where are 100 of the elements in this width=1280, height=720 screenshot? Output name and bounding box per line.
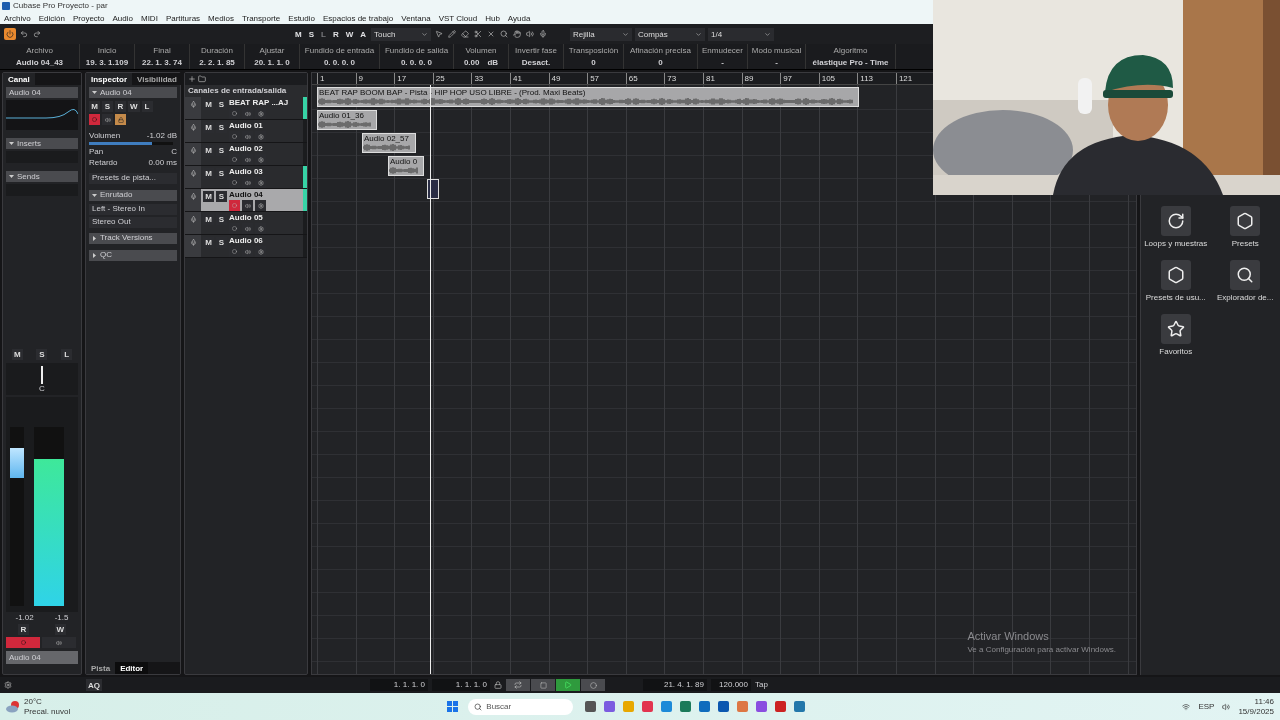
status-button[interactable]: AQ bbox=[86, 679, 102, 691]
info-value[interactable]: élastique Pro - Time bbox=[812, 57, 889, 67]
info-value[interactable]: 2. 2. 1. 85 bbox=[199, 57, 235, 67]
tool-button[interactable] bbox=[538, 30, 549, 38]
routing-value[interactable]: Left - Stereo In bbox=[92, 204, 145, 214]
track-toggle[interactable]: L bbox=[141, 101, 153, 112]
track-toggle[interactable]: S bbox=[216, 168, 227, 179]
media-tile[interactable]: Presets de usu... bbox=[1141, 260, 1211, 302]
channel-tab[interactable]: Canal bbox=[3, 73, 35, 85]
tool-button[interactable] bbox=[473, 30, 484, 38]
track-row[interactable]: M S Audio 06 bbox=[185, 235, 307, 258]
info-value[interactable]: - bbox=[775, 57, 778, 67]
taskbar-app-icon[interactable] bbox=[585, 701, 597, 712]
taskbar-app-icon[interactable] bbox=[718, 701, 730, 712]
section-title[interactable]: Enrutado bbox=[100, 190, 133, 200]
info-value[interactable]: 0.00 bbox=[463, 57, 480, 67]
taskbar-app-icon[interactable] bbox=[642, 701, 654, 712]
tool-button[interactable] bbox=[447, 30, 458, 38]
menu-item[interactable]: Estudio bbox=[288, 13, 315, 23]
info-value[interactable]: 0. 0. 0. 0 bbox=[400, 57, 433, 67]
menu-item[interactable]: VST Cloud bbox=[438, 13, 478, 23]
channel-toggle[interactable]: M bbox=[11, 348, 23, 360]
info-value[interactable]: Audio 04_43 bbox=[15, 57, 64, 67]
media-tile[interactable]: Favoritos bbox=[1141, 314, 1211, 356]
track-toggle[interactable]: S bbox=[216, 145, 227, 156]
track-toggle[interactable]: M bbox=[203, 122, 214, 133]
section-title[interactable]: Sends bbox=[17, 171, 40, 182]
menu-item[interactable]: MIDI bbox=[141, 13, 158, 23]
track-toggle[interactable]: S bbox=[216, 99, 227, 110]
info-value[interactable]: Desact. bbox=[521, 57, 551, 67]
section-title[interactable]: QC bbox=[100, 250, 112, 260]
media-tile[interactable]: Loops y muestras bbox=[1141, 206, 1211, 248]
cycle-button[interactable] bbox=[506, 679, 530, 691]
menu-item[interactable]: Audio bbox=[112, 13, 133, 23]
track-row[interactable]: M S Audio 04 bbox=[185, 189, 307, 212]
track-toggle[interactable]: M bbox=[203, 168, 214, 179]
audio-event[interactable]: Audio 01_36 bbox=[317, 110, 377, 130]
track-row[interactable]: M S Audio 03 bbox=[185, 166, 307, 189]
channel-toggle[interactable]: S bbox=[36, 348, 48, 360]
track-toggle[interactable]: M bbox=[89, 101, 100, 112]
tool-button[interactable] bbox=[512, 30, 523, 38]
section-title[interactable]: Track Versions bbox=[100, 233, 153, 243]
menu-item[interactable]: Espacios de trabajo bbox=[323, 13, 394, 23]
mode-toggle[interactable]: R bbox=[330, 29, 341, 39]
track-toggle[interactable]: M bbox=[203, 237, 214, 248]
media-tile[interactable]: Presets bbox=[1210, 206, 1280, 248]
taskbar-app-icon[interactable] bbox=[604, 701, 616, 712]
audio-event[interactable]: BEAT RAP BOOM BAP - Pista - HIP HOP USO LIBRE - (Prod. Maxi Beats) bbox=[317, 87, 859, 107]
audio-event[interactable]: Audio 0 bbox=[388, 156, 424, 176]
undo-button[interactable] bbox=[19, 30, 29, 38]
taskbar-app-icon[interactable] bbox=[699, 701, 711, 712]
zone-tab[interactable]: Pista bbox=[86, 662, 116, 674]
mode-toggle[interactable]: M bbox=[293, 29, 304, 39]
tool-button[interactable] bbox=[460, 30, 471, 38]
info-value[interactable]: 0 bbox=[591, 57, 596, 67]
monitor-button[interactable] bbox=[242, 200, 253, 212]
track-toggle[interactable]: S bbox=[216, 191, 227, 202]
tool-button[interactable] bbox=[499, 30, 510, 38]
position-display[interactable]: 21. 4. 1. 89 bbox=[663, 680, 704, 690]
menu-item[interactable]: Ayuda bbox=[507, 13, 531, 23]
record-enable-button[interactable] bbox=[229, 200, 240, 212]
channel-toggle[interactable]: R bbox=[17, 624, 29, 635]
snap-type-dropdown[interactable]: Rejilla bbox=[570, 27, 633, 41]
right-locator[interactable]: 1. 1. 1. 0 bbox=[455, 680, 487, 690]
section-title[interactable]: Inserts bbox=[17, 138, 41, 149]
menu-item[interactable]: Hub bbox=[485, 13, 500, 23]
taskbar-app-icon[interactable] bbox=[794, 701, 806, 712]
taskbar-app-icon[interactable] bbox=[775, 701, 787, 712]
mode-toggle[interactable]: S bbox=[306, 29, 316, 39]
track-row[interactable]: M S BEAT RAP ...AJ bbox=[185, 97, 307, 120]
taskbar-app-icon[interactable] bbox=[756, 701, 768, 712]
track-toggle[interactable]: S bbox=[216, 122, 227, 133]
info-value[interactable]: - bbox=[721, 57, 724, 67]
monitor-button[interactable] bbox=[102, 114, 113, 125]
tool-button[interactable] bbox=[525, 30, 536, 38]
menu-item[interactable]: Ventana bbox=[401, 13, 431, 23]
info-value[interactable]: 0. 0. 0. 0 bbox=[323, 57, 356, 67]
channel-toggle[interactable]: W bbox=[54, 624, 67, 635]
grid-type-dropdown[interactable]: Compás bbox=[635, 27, 706, 41]
info-value[interactable]: 22. 1. 3. 74 bbox=[142, 57, 182, 67]
search-field[interactable]: Buscar bbox=[468, 698, 574, 715]
info-value[interactable]: 20. 1. 1. 0 bbox=[254, 57, 290, 67]
redo-button[interactable] bbox=[32, 30, 42, 38]
track-toggle[interactable]: R bbox=[115, 101, 126, 112]
recording-event[interactable] bbox=[427, 179, 439, 199]
language-indicator[interactable]: ESP bbox=[1198, 701, 1215, 712]
info-value[interactable]: 0 bbox=[658, 57, 663, 67]
info-value[interactable]: 19. 3. 1.109 bbox=[85, 57, 129, 67]
menu-item[interactable]: Proyecto bbox=[72, 13, 105, 23]
media-tile[interactable]: Explorador de... bbox=[1210, 260, 1280, 302]
track-toggle[interactable]: S bbox=[216, 237, 227, 248]
channel-toggle[interactable]: L bbox=[61, 348, 73, 360]
inspector-tab[interactable]: Inspector bbox=[86, 73, 132, 85]
zone-tab[interactable]: Editor bbox=[115, 662, 149, 674]
tool-button[interactable] bbox=[434, 30, 445, 38]
menu-item[interactable]: Medios bbox=[208, 13, 234, 23]
edit-button[interactable] bbox=[255, 200, 266, 212]
track-toggle[interactable]: S bbox=[102, 101, 113, 112]
track-toggle[interactable]: W bbox=[128, 101, 140, 112]
track-name[interactable]: Audio 04 bbox=[100, 87, 132, 98]
